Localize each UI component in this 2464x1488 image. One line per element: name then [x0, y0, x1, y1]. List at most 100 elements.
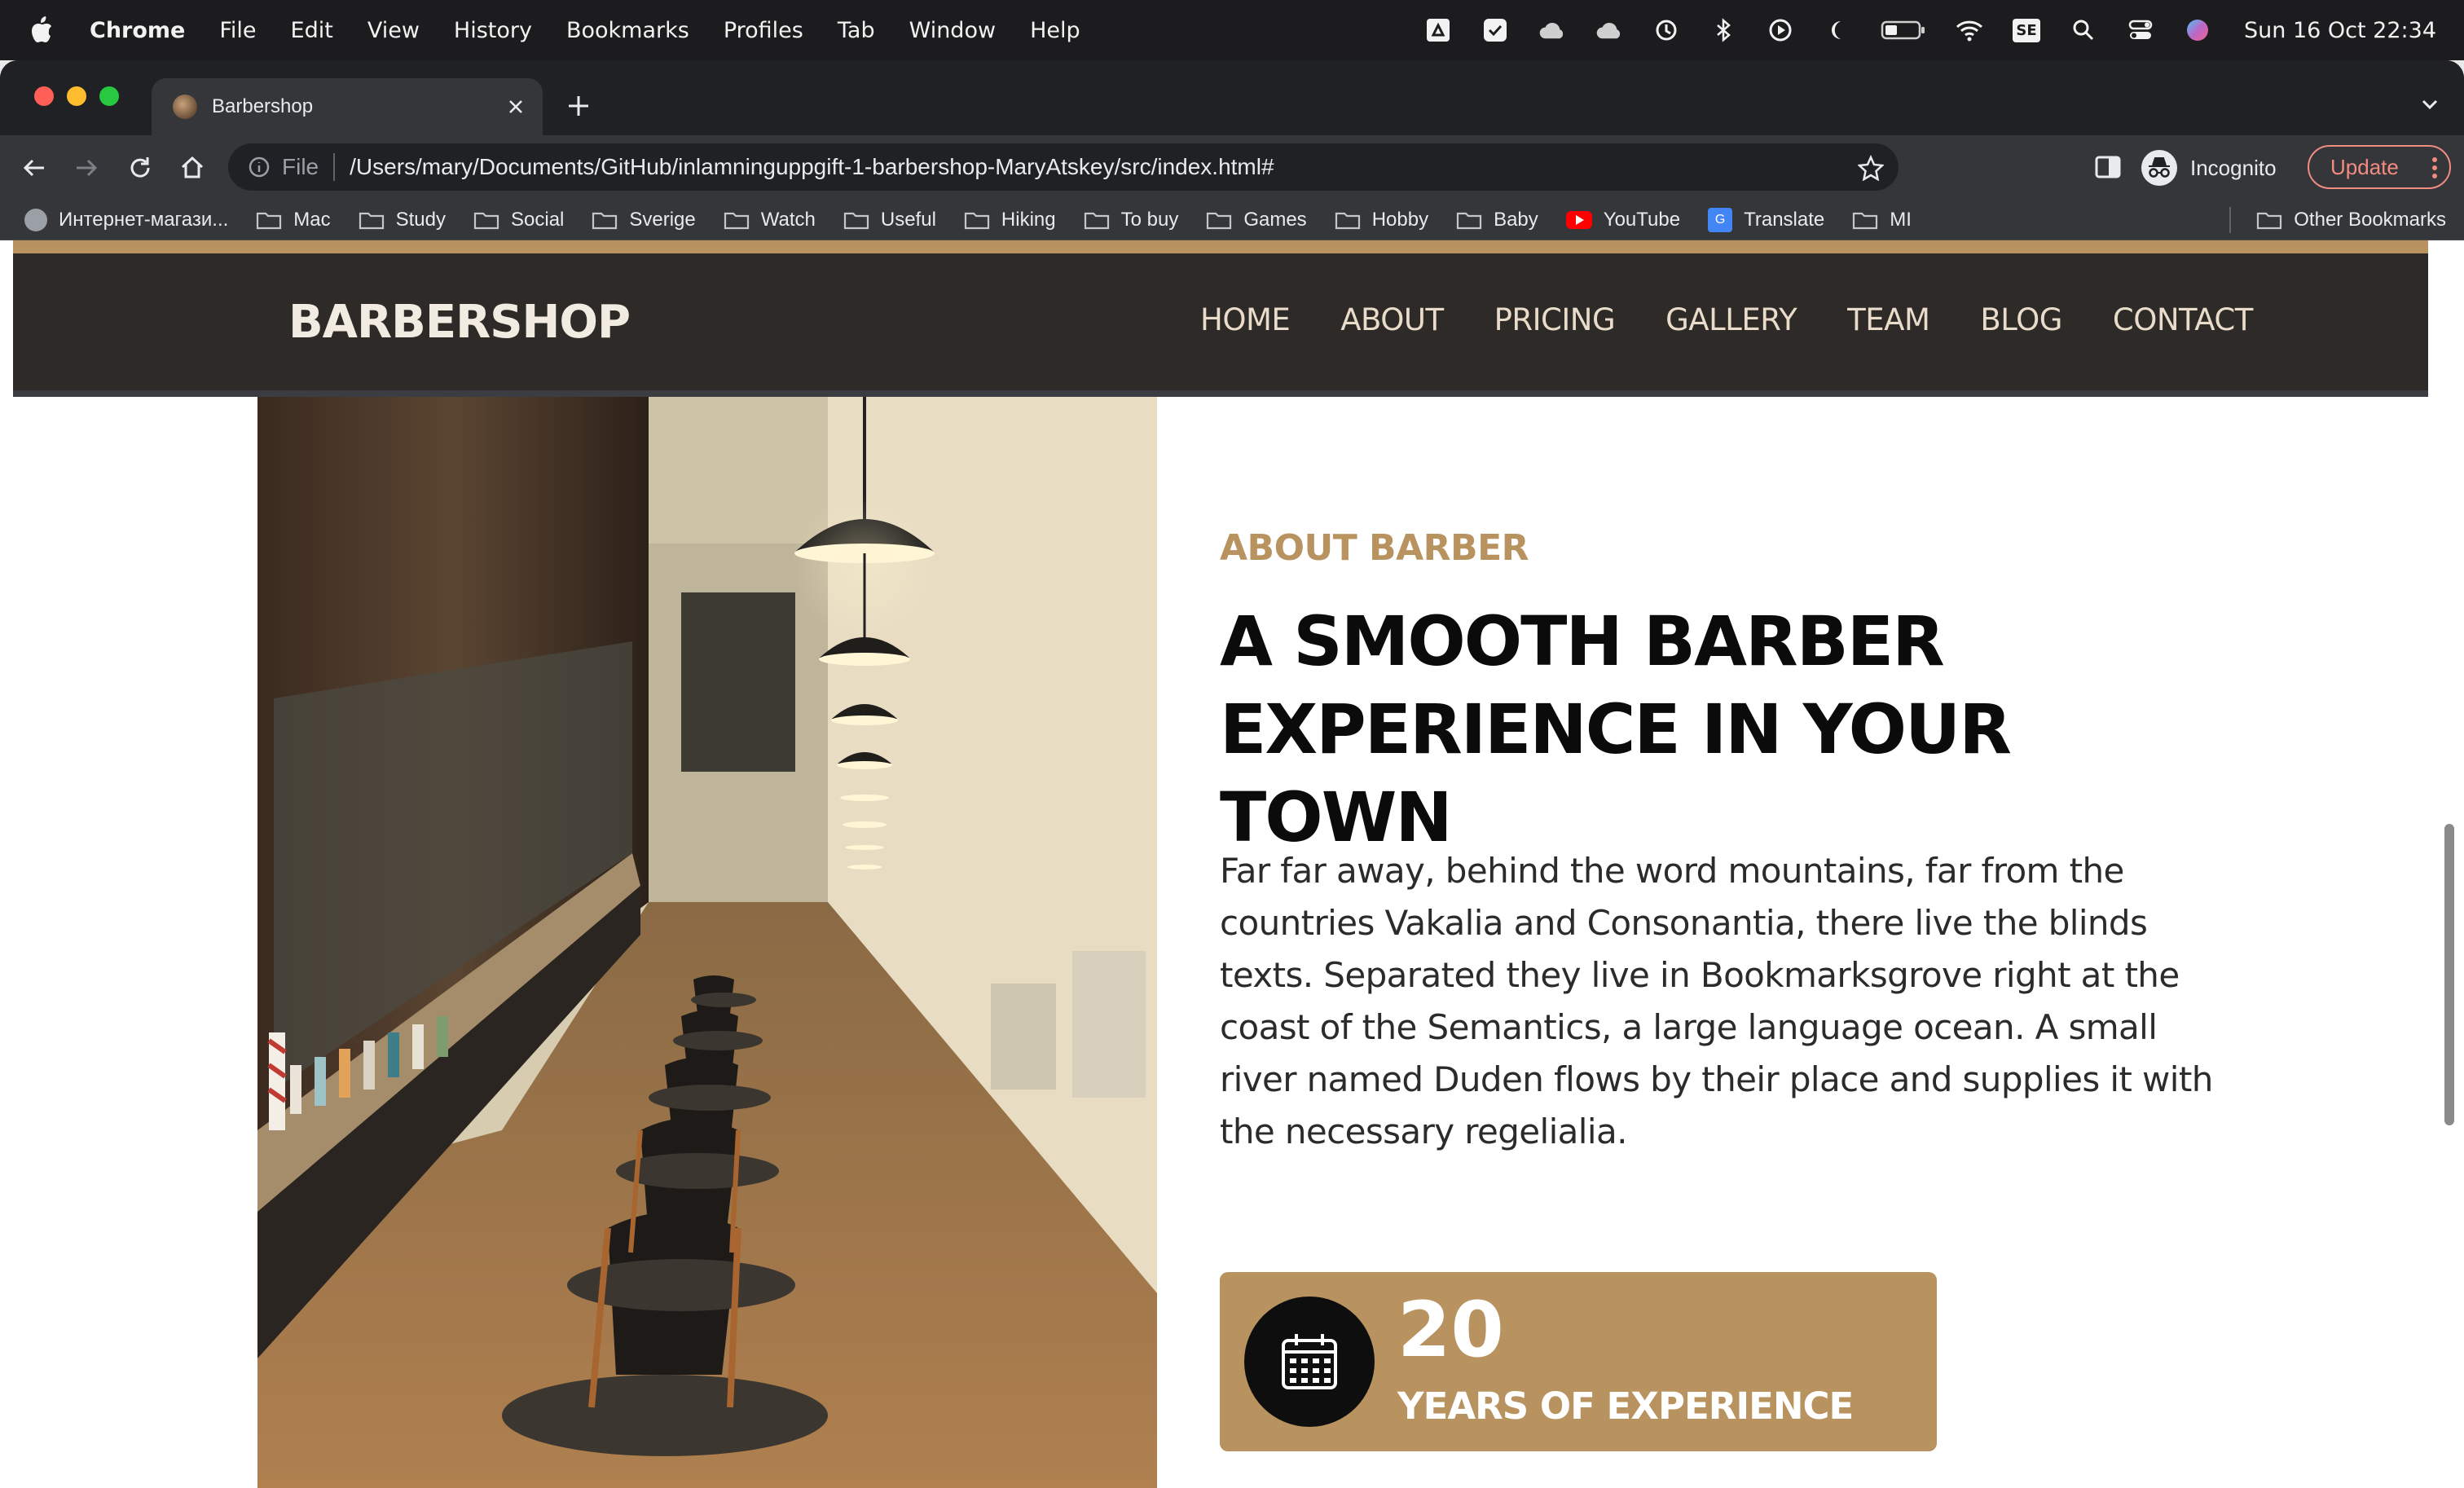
nav-blog[interactable]: BLOG [1980, 302, 2062, 337]
experience-number: 20 [1397, 1286, 1504, 1375]
youtube-icon [1565, 211, 1592, 229]
address-bar[interactable]: File /Users/mary/Documents/GitHub/inlamn… [228, 143, 1899, 191]
bookmark-folder[interactable]: Social [473, 209, 564, 231]
bookmark-label: Study [395, 209, 446, 231]
folder-icon [592, 212, 618, 230]
folder-icon [257, 212, 282, 230]
bookmark-label: Hobby [1371, 209, 1429, 231]
folder-icon [1207, 212, 1232, 230]
address-url[interactable]: /Users/mary/Documents/GitHub/inlamningup… [350, 154, 1274, 180]
menu-bar-clock[interactable]: Sun 16 Oct 22:34 [2244, 18, 2436, 43]
nav-contact[interactable]: CONTACT [2113, 302, 2253, 337]
folder-icon [724, 212, 749, 230]
bookmark-label: Translate [1744, 209, 1825, 231]
new-tab-icon[interactable] [562, 90, 595, 122]
bookmark-folder[interactable]: Sverige [592, 209, 696, 231]
siri-icon[interactable] [2184, 16, 2211, 44]
menu-profiles[interactable]: Profiles [724, 18, 803, 43]
control-center-icon[interactable] [2127, 16, 2154, 44]
folder-icon [473, 212, 499, 230]
search-icon[interactable] [2070, 16, 2097, 44]
home-icon[interactable] [178, 153, 207, 183]
bookmark-star-icon[interactable] [1858, 155, 1884, 181]
moon-icon[interactable] [1824, 16, 1851, 44]
bookmark-item[interactable]: YouTube [1565, 209, 1680, 231]
menu-edit[interactable]: Edit [291, 18, 333, 43]
nav-about[interactable]: ABOUT [1340, 302, 1444, 337]
site-logo[interactable]: BARBERSHOP [288, 296, 631, 349]
nav-team[interactable]: TEAM [1847, 302, 1930, 337]
menu-history[interactable]: History [454, 18, 532, 43]
bookmark-item[interactable]: G Translate [1708, 208, 1824, 232]
bookmark-folder[interactable]: Useful [843, 209, 936, 231]
bookmark-label: To buy [1120, 209, 1179, 231]
experience-card: 20 YEARS OF EXPERIENCE [1220, 1272, 1937, 1451]
site-header: BARBERSHOP HOME ABOUT PRICING GALLERY TE… [13, 253, 2428, 397]
keyboard-layout-icon[interactable]: SE [2013, 16, 2040, 44]
bookmark-label: Hiking [1001, 209, 1056, 231]
bookmark-folder[interactable]: Watch [724, 209, 816, 231]
nav-gallery[interactable]: GALLERY [1665, 302, 1797, 337]
menu-window[interactable]: Window [909, 18, 996, 43]
incognito-indicator[interactable]: Incognito [2141, 145, 2277, 191]
cloud-icon[interactable] [1595, 16, 1623, 44]
drive-icon[interactable] [1424, 16, 1452, 44]
about-eyebrow: ABOUT BARBER [1220, 527, 1529, 569]
bluetooth-icon[interactable] [1709, 16, 1737, 44]
more-menu-icon[interactable] [2431, 156, 2438, 179]
bookmark-folder[interactable]: MI [1852, 209, 1912, 231]
page-scrollbar[interactable] [2444, 824, 2454, 1125]
bookmark-folder[interactable]: To buy [1084, 209, 1179, 231]
tab-title: Barbershop [212, 95, 314, 117]
time-machine-icon[interactable] [1652, 16, 1680, 44]
menu-help[interactable]: Help [1030, 18, 1080, 43]
bookmark-folder[interactable]: Baby [1456, 209, 1538, 231]
bookmark-folder[interactable]: Games [1206, 209, 1307, 231]
calendar-icon [1244, 1296, 1375, 1427]
update-button[interactable]: Update [2308, 145, 2451, 189]
side-panel-icon[interactable] [2094, 153, 2122, 181]
bookmark-folder[interactable]: Hobby [1335, 209, 1428, 231]
folder-icon [2257, 212, 2282, 230]
other-bookmarks-label: Other Bookmarks [2294, 209, 2446, 231]
nav-pricing[interactable]: PRICING [1494, 302, 1616, 337]
close-tab-icon[interactable] [504, 95, 528, 119]
cloud-icon[interactable] [1538, 16, 1566, 44]
tasks-icon[interactable] [1481, 16, 1509, 44]
forward-icon[interactable] [72, 153, 101, 183]
wifi-icon[interactable] [1956, 16, 1983, 44]
play-icon[interactable] [1767, 16, 1794, 44]
close-window-button[interactable] [34, 86, 54, 106]
folder-icon [843, 212, 869, 230]
bookmark-folder[interactable]: Study [359, 209, 446, 231]
browser-toolbar: File /Users/mary/Documents/GitHub/inlamn… [0, 135, 2464, 200]
menu-view[interactable]: View [367, 18, 420, 43]
bookmark-label: Watch [760, 209, 816, 231]
menu-file[interactable]: File [219, 18, 256, 43]
apple-icon[interactable] [29, 16, 54, 44]
menu-bookmarks[interactable]: Bookmarks [566, 18, 689, 43]
minimize-window-button[interactable] [67, 86, 86, 106]
nav-home[interactable]: HOME [1200, 302, 1291, 337]
site-info-icon[interactable] [248, 156, 271, 178]
address-divider [333, 153, 336, 181]
reload-icon[interactable] [125, 153, 155, 183]
back-icon[interactable] [20, 153, 49, 183]
bookmark-item[interactable]: Интернет-магази... [24, 209, 228, 231]
folder-icon [964, 212, 990, 230]
bookmark-label: Mac [293, 209, 331, 231]
battery-icon[interactable] [1881, 16, 1926, 44]
bookmark-folder[interactable]: Hiking [964, 209, 1056, 231]
favicon-icon [173, 95, 197, 119]
tab-search-chevron-icon[interactable] [2418, 93, 2441, 116]
tab-strip: Barbershop [0, 60, 2464, 135]
menu-app-chrome[interactable]: Chrome [90, 18, 185, 43]
bookmark-label: MI [1890, 209, 1912, 231]
globe-icon [24, 209, 47, 231]
other-bookmarks-folder[interactable]: Other Bookmarks [2256, 200, 2446, 240]
menu-tab[interactable]: Tab [838, 18, 875, 43]
bookmark-folder[interactable]: Mac [256, 209, 331, 231]
zoom-window-button[interactable] [99, 86, 119, 106]
tab-barbershop[interactable]: Barbershop [152, 78, 543, 135]
bookmarks-bar: Интернет-магази... Mac Study Social Sver… [0, 200, 2464, 240]
